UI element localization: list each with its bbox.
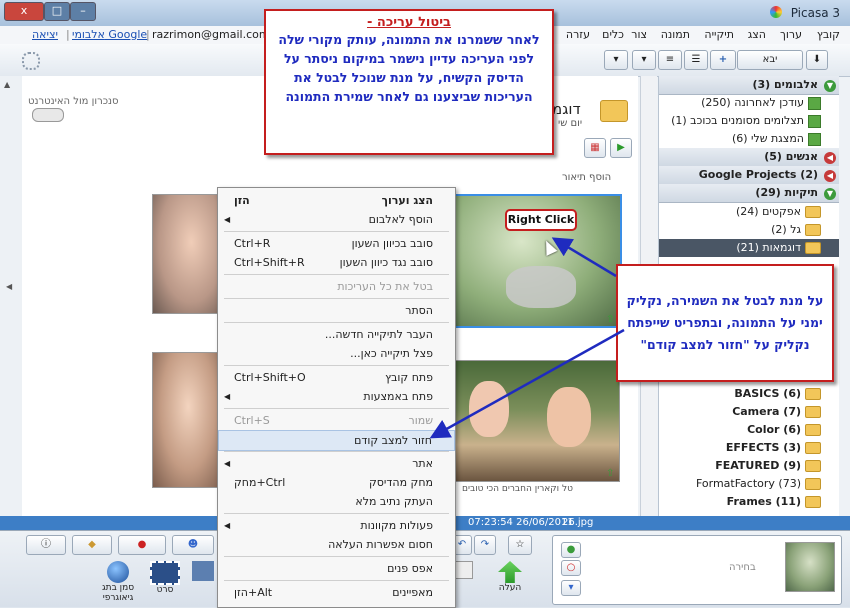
picasa-window: x □ – Picasa 3 קובץ ערוך הצג תיקייה תמונ… [0,0,850,608]
arrow-to-photo [551,237,617,278]
arrow-to-menu-item [429,328,625,439]
annotation-arrows [429,237,625,439]
